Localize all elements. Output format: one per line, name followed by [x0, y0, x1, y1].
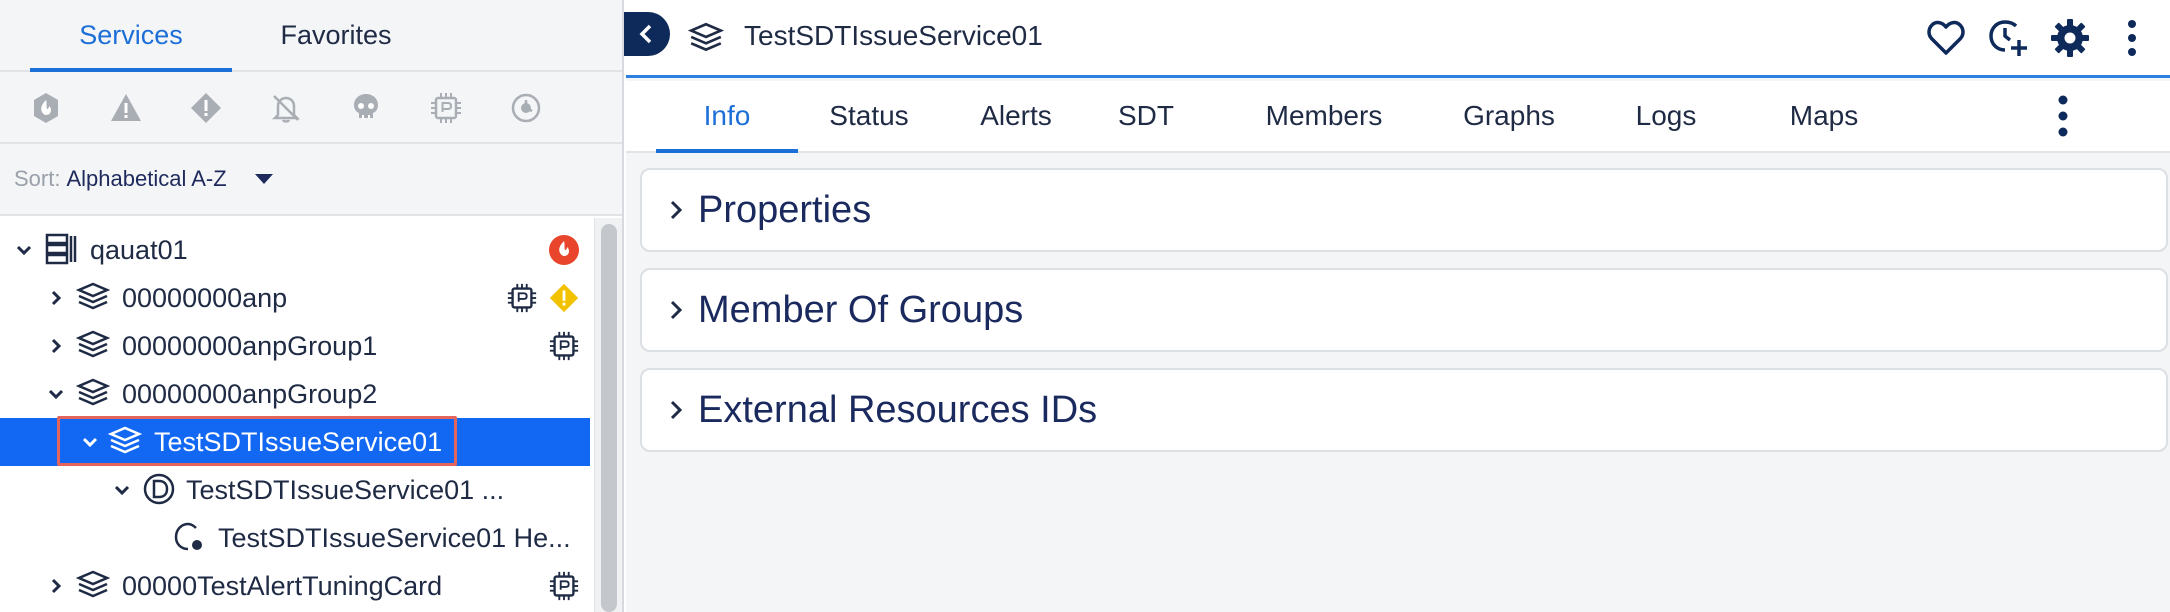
chevron-right-icon: [670, 200, 683, 220]
tab-alerts[interactable]: Alerts: [956, 81, 1076, 151]
section-title: Properties: [698, 188, 872, 231]
sort-label: Sort:: [14, 166, 61, 191]
critical-badge-icon: [549, 235, 579, 265]
detail-panel: TestSDTIssueService01 Info Status Alerts…: [624, 0, 2170, 612]
tree-row-label: TestSDTIssueService01 ...: [186, 474, 505, 505]
more-vertical-icon[interactable]: [2108, 14, 2156, 62]
alert-filter-bar: [0, 72, 622, 144]
tree-scrollbar[interactable]: [594, 218, 622, 612]
chevron-right-icon: [670, 300, 683, 320]
tree-row-00000000anpgroup2[interactable]: 00000000anpGroup2: [0, 370, 590, 418]
sort-value[interactable]: Alphabetical A-Z: [66, 166, 226, 192]
error-alert-icon[interactable]: [106, 88, 146, 128]
chevron-down-icon[interactable]: [80, 432, 100, 452]
tree-row-label: 00000000anp: [122, 282, 288, 313]
sdt-badge-icon: [549, 571, 579, 601]
chevron-down-icon[interactable]: [14, 240, 34, 260]
sdt-badge-icon: [507, 283, 537, 313]
section-member-of-groups[interactable]: Member Of Groups: [640, 268, 2168, 352]
tab-members[interactable]: Members: [1226, 81, 1422, 151]
chevron-down-icon[interactable]: [46, 384, 66, 404]
service-stack-icon: [108, 426, 142, 454]
tree-row-00000000anp[interactable]: 00000000anp: [0, 274, 590, 322]
tree-row-00000testalerttuningcard[interactable]: 00000TestAlertTuningCard: [0, 562, 590, 610]
tree-row-qauat01[interactable]: qauat01: [0, 226, 590, 274]
sdt-chip-icon[interactable]: [426, 88, 466, 128]
tree-row-00000000anpgroup1[interactable]: 00000000anpGroup1: [0, 322, 590, 370]
scrollbar-thumb[interactable]: [601, 224, 617, 612]
tree-row-label: 00000TestAlertTuningCard: [122, 570, 443, 601]
left-tabbar: Services Favorites: [0, 0, 622, 72]
tab-services[interactable]: Services: [30, 0, 232, 72]
row-badges: [548, 570, 580, 602]
tab-graphs[interactable]: Graphs: [1434, 81, 1584, 151]
tree-row-label: 00000000anpGroup2: [122, 378, 378, 409]
service-stack-icon: [76, 330, 110, 358]
service-stack-icon: [688, 22, 724, 52]
row-badges: [548, 234, 580, 266]
tree-row-label: qauat01: [90, 234, 188, 265]
instance-icon: [174, 522, 202, 551]
chevron-down-icon[interactable]: [112, 480, 132, 500]
service-stack-icon: [76, 570, 110, 598]
tree-row-label: TestSDTIssueService01: [154, 426, 443, 457]
left-panel: Services Favorites Sort: Alphabetical A-…: [0, 0, 624, 612]
chevron-right-icon: [670, 400, 683, 420]
warning-badge-icon: [549, 283, 579, 313]
more-tabs-icon[interactable]: [2048, 91, 2078, 141]
tree-row-testsdtissueservice01-selected[interactable]: TestSDTIssueService01: [0, 418, 590, 466]
heart-icon[interactable]: [1922, 14, 1970, 62]
sdt-badge-icon: [549, 331, 579, 361]
group-icon: [45, 233, 77, 265]
row-badges: [506, 282, 580, 314]
section-properties[interactable]: Properties: [640, 168, 2168, 252]
tree-row-datasource[interactable]: TestSDTIssueService01 ...: [0, 466, 590, 514]
datasource-d-icon: [143, 473, 175, 505]
critical-alert-icon[interactable]: [26, 88, 66, 128]
gear-icon[interactable]: [2046, 14, 2094, 62]
collapse-left-panel-button[interactable]: [624, 12, 670, 56]
row-badges: [548, 330, 580, 362]
sort-bar: Sort: Alphabetical A-Z: [0, 144, 622, 216]
page-title: TestSDTIssueService01: [744, 20, 1043, 51]
section-title: External Resources IDs: [698, 388, 1098, 431]
add-sdt-clock-icon[interactable]: [1984, 14, 2032, 62]
tab-sdt[interactable]: SDT: [1096, 81, 1196, 151]
tab-favorites[interactable]: Favorites: [232, 0, 440, 70]
chevron-left-icon: [639, 24, 652, 44]
tree-row-label: 00000000anpGroup1: [122, 330, 378, 361]
sort-dropdown-caret-icon[interactable]: [254, 174, 273, 184]
chevron-right-icon[interactable]: [46, 336, 66, 356]
tab-logs[interactable]: Logs: [1606, 81, 1726, 151]
tab-info[interactable]: Info: [656, 81, 798, 153]
tree-row-instance[interactable]: TestSDTIssueService01 He...: [0, 514, 590, 562]
chevron-right-icon[interactable]: [46, 576, 66, 596]
section-title: Member Of Groups: [698, 288, 1024, 331]
warning-alert-icon[interactable]: [186, 88, 226, 128]
tab-maps[interactable]: Maps: [1764, 81, 1884, 151]
detail-header: TestSDTIssueService01: [624, 0, 2170, 78]
service-stack-icon: [76, 282, 110, 310]
detail-tabbar: Info Status Alerts SDT Members Graphs Lo…: [626, 81, 2170, 153]
tab-status[interactable]: Status: [798, 81, 940, 151]
muted-bell-icon[interactable]: [266, 88, 306, 128]
chevron-right-icon[interactable]: [46, 288, 66, 308]
tree-row-label: TestSDTIssueService01 He...: [218, 522, 571, 553]
dead-skull-icon[interactable]: [346, 88, 386, 128]
resource-tree: qauat01 00000000anp 00000000anpGroup1 00…: [0, 218, 594, 612]
section-external-resources-ids[interactable]: External Resources IDs: [640, 368, 2168, 452]
cleared-clock-icon[interactable]: [506, 88, 546, 128]
service-stack-icon: [76, 378, 110, 406]
